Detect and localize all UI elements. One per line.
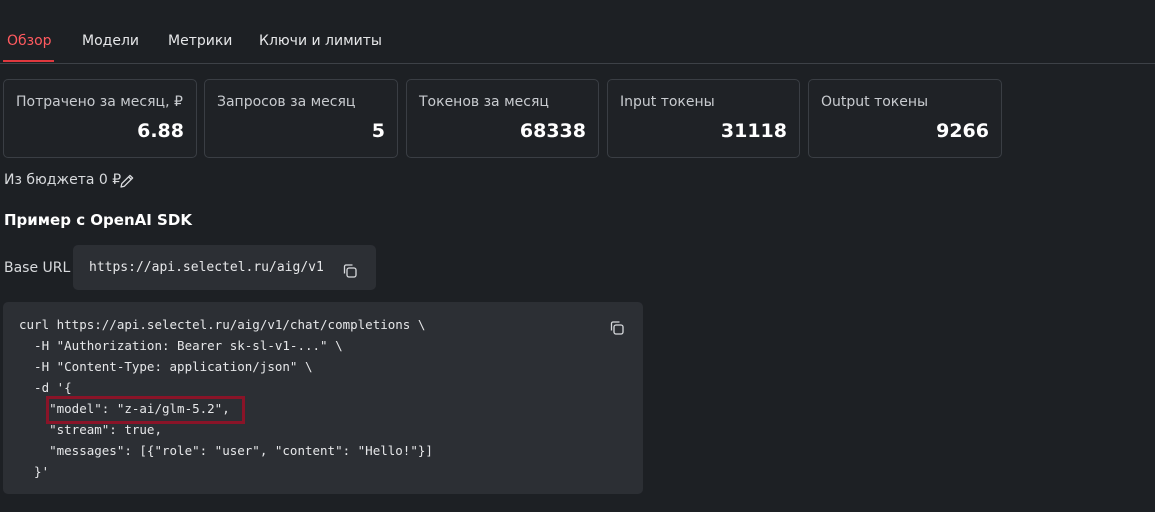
stat-card-input-tokens: Input токены 31118 [607, 79, 800, 158]
code-line: -H "Authorization: Bearer sk-sl-v1-..." … [19, 338, 343, 353]
base-url-value: https://api.selectel.ru/aig/v1 [89, 260, 324, 275]
tab-overview[interactable]: Обзор [7, 32, 52, 50]
pencil-icon[interactable] [118, 172, 136, 190]
code-block: curl https://api.selectel.ru/aig/v1/chat… [3, 302, 643, 494]
stat-value: 6.88 [137, 120, 184, 142]
stat-value: 9266 [936, 120, 989, 142]
code-line: -H "Content-Type: application/json" \ [19, 359, 313, 374]
code-line: "messages": [{"role": "user", "content":… [19, 443, 433, 458]
code-line: -d '{ [19, 380, 72, 395]
base-url-box: https://api.selectel.ru/aig/v1 [73, 245, 376, 290]
stat-value: 31118 [720, 120, 787, 142]
tab-keys-limits[interactable]: Ключи и лимиты [259, 32, 382, 50]
stat-card-output-tokens: Output токены 9266 [808, 79, 1002, 158]
code-line: curl https://api.selectel.ru/aig/v1/chat… [19, 317, 426, 332]
stat-card-requests: Запросов за месяц 5 [204, 79, 398, 158]
stat-label: Input токены [620, 94, 715, 110]
code-line: "model": "z-ai/glm-5.2", [19, 401, 230, 416]
stat-value: 68338 [519, 120, 586, 142]
copy-icon[interactable] [341, 262, 359, 280]
tab-models[interactable]: Модели [82, 32, 139, 50]
stat-label: Запросов за месяц [217, 94, 356, 110]
code-line: "stream": true, [19, 422, 162, 437]
copy-icon[interactable] [608, 319, 626, 337]
stat-value: 5 [371, 120, 385, 142]
tab-metrics[interactable]: Метрики [168, 32, 232, 50]
active-tab-indicator [3, 60, 54, 62]
stat-label: Потрачено за месяц, ₽ [16, 94, 183, 110]
budget-text: Из бюджета 0 ₽ [4, 172, 122, 188]
tab-bar: Обзор Модели Метрики Ключи и лимиты [0, 0, 1155, 64]
stat-card-spent: Потрачено за месяц, ₽ 6.88 [3, 79, 197, 158]
stat-label: Output токены [821, 94, 929, 110]
base-url-label: Base URL [4, 260, 71, 276]
stat-label: Токенов за месяц [419, 94, 549, 110]
code-line: }' [19, 464, 50, 479]
section-title: Пример с OpenAI SDK [4, 211, 192, 229]
stat-card-tokens: Токенов за месяц 68338 [406, 79, 599, 158]
